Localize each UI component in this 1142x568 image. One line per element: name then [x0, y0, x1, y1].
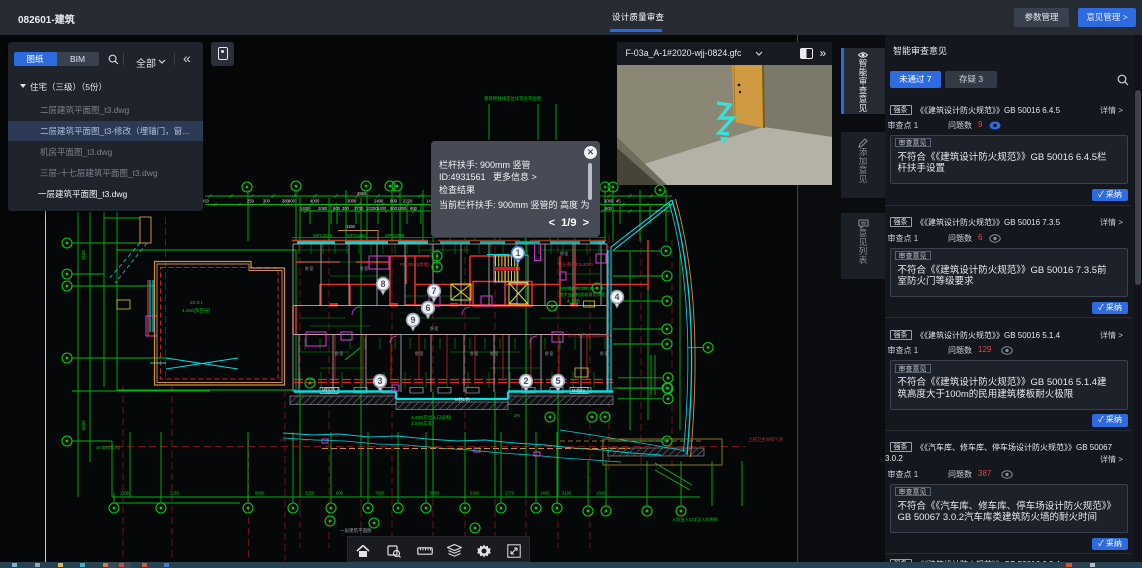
svg-text:PFL3040(高窗): PFL3040(高窗)	[400, 261, 430, 268]
svg-text:4.100: 4.100	[567, 299, 580, 305]
svg-text:防火分区线(加宽600H): 防火分区线(加宽600H)	[568, 332, 613, 339]
svg-text:4000: 4000	[310, 199, 320, 204]
svg-text:7: 7	[431, 286, 436, 296]
svg-text:9: 9	[410, 315, 415, 325]
svg-text:3250: 3250	[170, 491, 180, 496]
svg-text:3.000(车库): 3.000(车库)	[411, 420, 434, 427]
svg-text:4: 4	[614, 292, 619, 302]
svg-text:上部卫生间排气道: 上部卫生间排气道	[748, 436, 784, 443]
svg-text:1150: 1150	[346, 224, 356, 229]
svg-text:卧室: 卧室	[360, 265, 368, 272]
svg-text:卧室: 卧室	[430, 325, 438, 332]
svg-text:6080: 6080	[81, 420, 86, 430]
svg-text:±0.000(室内): ±0.000(室内)	[96, 444, 121, 451]
svg-text:2400: 2400	[374, 199, 384, 204]
svg-text:7800: 7800	[375, 491, 385, 496]
svg-text:2220: 2220	[403, 199, 413, 204]
svg-text:M比L比: M比L比	[455, 396, 470, 403]
svg-text:3100: 3100	[562, 491, 572, 496]
svg-text:2D 8.1: 2D 8.1	[190, 300, 203, 305]
svg-text:9150: 9150	[81, 250, 86, 260]
svg-text:2080: 2080	[318, 206, 328, 211]
svg-text:450: 450	[202, 199, 210, 204]
svg-text:卧室: 卧室	[545, 350, 553, 357]
svg-text:1400: 1400	[540, 491, 550, 496]
svg-text:1300: 1300	[397, 206, 407, 211]
svg-text:M2024: M2024	[322, 387, 335, 392]
svg-text:2: 2	[523, 376, 528, 386]
svg-text:1: 1	[515, 248, 520, 258]
svg-text:5: 5	[555, 376, 560, 386]
svg-text:防火卷帘FJL3000: 防火卷帘FJL3000	[558, 261, 593, 268]
svg-text:45: 45	[616, 199, 621, 204]
svg-text:卧室: 卧室	[305, 265, 313, 272]
svg-text:300: 300	[263, 199, 271, 204]
svg-text:WPC2040: WPC2040	[385, 233, 405, 238]
svg-text:1400: 1400	[300, 206, 310, 211]
svg-text:5200: 5200	[430, 491, 440, 496]
svg-text:台阶踏步PC200.93: 台阶踏步PC200.93	[559, 285, 595, 292]
svg-text:卧室: 卧室	[560, 250, 568, 257]
svg-text:4.450(架空层): 4.450(架空层)	[182, 307, 211, 314]
svg-text:1600: 1600	[596, 491, 606, 496]
svg-text:4.450(见出入口详图): 4.450(见出入口详图)	[411, 414, 452, 421]
svg-text:2770: 2770	[505, 491, 515, 496]
svg-text:5300: 5300	[470, 491, 480, 496]
svg-text:8450: 8450	[255, 491, 265, 496]
svg-text:300: 300	[342, 206, 350, 211]
svg-text:3250: 3250	[305, 491, 315, 496]
svg-text:踏步由结构找坡详见详图: 踏步由结构找坡详见详图	[559, 291, 605, 298]
svg-text:卧室: 卧室	[470, 350, 478, 357]
svg-text:8: 8	[380, 279, 385, 289]
svg-text:6: 6	[425, 303, 430, 313]
svg-text:3000: 3000	[347, 199, 357, 204]
svg-text:400: 400	[288, 199, 296, 204]
svg-text:250: 250	[247, 199, 255, 204]
svg-text:3: 3	[377, 376, 382, 386]
svg-text:600: 600	[333, 206, 341, 211]
svg-text:M2024: M2024	[572, 388, 585, 393]
svg-text:WPC2040: WPC2040	[313, 233, 333, 238]
svg-text:4860: 4860	[357, 191, 367, 196]
svg-text:卧室: 卧室	[600, 350, 608, 357]
svg-text:卧室: 卧室	[490, 350, 498, 357]
svg-text:2%: 2%	[514, 413, 520, 418]
svg-text:卧室: 卧室	[415, 350, 423, 357]
svg-text:2700: 2700	[354, 206, 364, 211]
svg-text:900: 900	[410, 206, 418, 211]
svg-text:卧室: 卧室	[335, 350, 343, 357]
svg-text:600: 600	[336, 491, 344, 496]
svg-text:900: 900	[605, 206, 613, 211]
svg-text:3065: 3065	[604, 199, 614, 204]
svg-text:800: 800	[390, 199, 398, 204]
svg-text:WPC1180: WPC1180	[347, 233, 366, 238]
svg-text:1100: 1100	[120, 491, 130, 496]
svg-text:1400: 1400	[377, 206, 387, 211]
svg-text:建筑物轴线定位详见总平面图: 建筑物轴线定位详见总平面图	[484, 95, 542, 102]
svg-text:人防出入口详见人防图纸: 人防出入口详见人防图纸	[672, 516, 719, 523]
